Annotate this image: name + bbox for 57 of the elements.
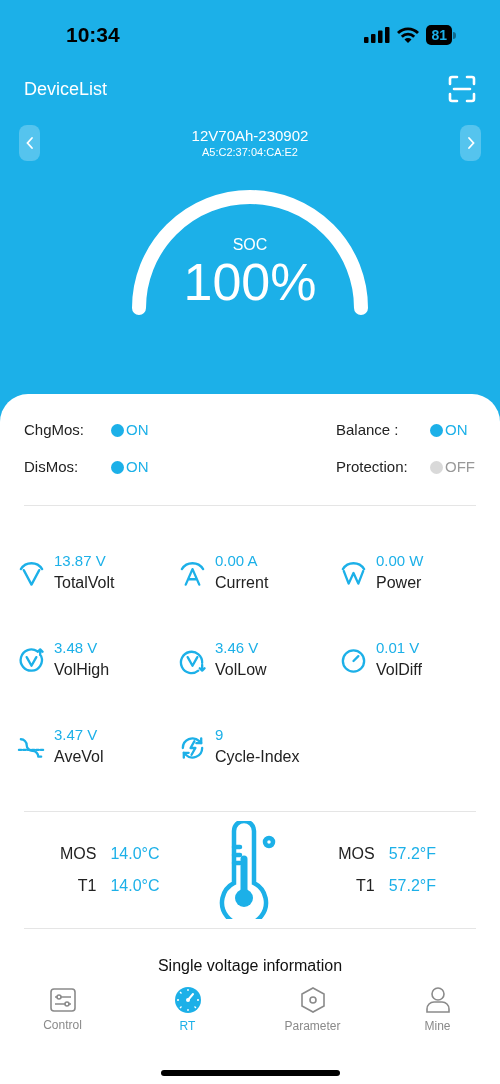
metric-label: Power xyxy=(376,573,423,593)
chevron-icon xyxy=(466,136,475,150)
scan-icon xyxy=(448,75,476,103)
next-button[interactable] xyxy=(460,125,481,161)
tab-bar-item[interactable]: Parameter xyxy=(250,984,375,1034)
header-title[interactable]: DeviceList xyxy=(24,75,108,103)
metric-label: VolDiff xyxy=(376,660,422,680)
switch-label: ChgMos: xyxy=(24,420,86,440)
chevron-icon xyxy=(25,136,34,150)
tab-bar-item[interactable]: Mine xyxy=(375,984,500,1034)
metric-value: 9 xyxy=(215,725,225,745)
switch-label: Protection: xyxy=(336,457,409,477)
metric-label: VolHigh xyxy=(54,660,110,680)
metric-value: 0.00 A xyxy=(215,551,259,571)
metric-value: 0.01 V xyxy=(376,638,421,658)
soc-label: SOC xyxy=(232,235,268,255)
status-text: ON xyxy=(445,420,468,440)
scan-button[interactable] xyxy=(448,75,476,103)
temperature-label: MOS xyxy=(60,844,97,864)
device-address: A5:C2:37:04:CA:E2 xyxy=(202,145,298,159)
battery-level: 81 xyxy=(426,25,452,45)
metric-label: AveVol xyxy=(54,747,104,767)
metric-value: 3.48 V xyxy=(54,638,99,658)
status-time: 10:34 xyxy=(66,22,120,49)
temperature-value: 14.0°C xyxy=(110,876,160,896)
metric-label: VolLow xyxy=(215,660,267,680)
hexagon-icon xyxy=(299,985,326,1014)
wifi-icon xyxy=(397,27,420,43)
switch-label: DisMos: xyxy=(24,457,80,477)
metric-label: Current xyxy=(215,573,269,593)
status-text: OFF xyxy=(445,457,475,477)
signal-icon xyxy=(364,27,391,43)
metric-value: 0.00 W xyxy=(376,551,424,571)
temperature-label: MOS xyxy=(338,844,375,864)
device-name: 12V70Ah-230902 xyxy=(191,127,309,145)
metric-value: 3.46 V xyxy=(215,638,260,658)
temperature-value: 57.2°F xyxy=(388,844,436,864)
person-icon xyxy=(424,985,451,1014)
temperature-value: 14.0°C xyxy=(110,844,160,864)
soc-value: 100% xyxy=(183,255,317,309)
gauge-icon xyxy=(173,985,202,1014)
temperature-label: T1 xyxy=(76,876,97,896)
battery-cap xyxy=(453,31,456,39)
temperature-value: 57.2°F xyxy=(388,876,436,896)
section-title: Single voltage information xyxy=(157,956,343,976)
status-text: ON xyxy=(126,420,149,440)
sliders-icon xyxy=(48,986,77,1013)
tab-bar-item[interactable]: Control xyxy=(0,984,125,1034)
metric-label: TotalVolt xyxy=(54,573,115,593)
metric-label: Cycle-Index xyxy=(215,747,300,767)
tab-bar-item[interactable]: RT xyxy=(125,984,250,1034)
metric-value: 13.87 V xyxy=(54,551,107,571)
switch-label: Balance : xyxy=(336,420,400,440)
previous-button[interactable] xyxy=(19,125,40,161)
status-text: ON xyxy=(126,457,149,477)
temperature-label: T1 xyxy=(355,876,375,896)
metric-value: 3.47 V xyxy=(54,725,99,745)
